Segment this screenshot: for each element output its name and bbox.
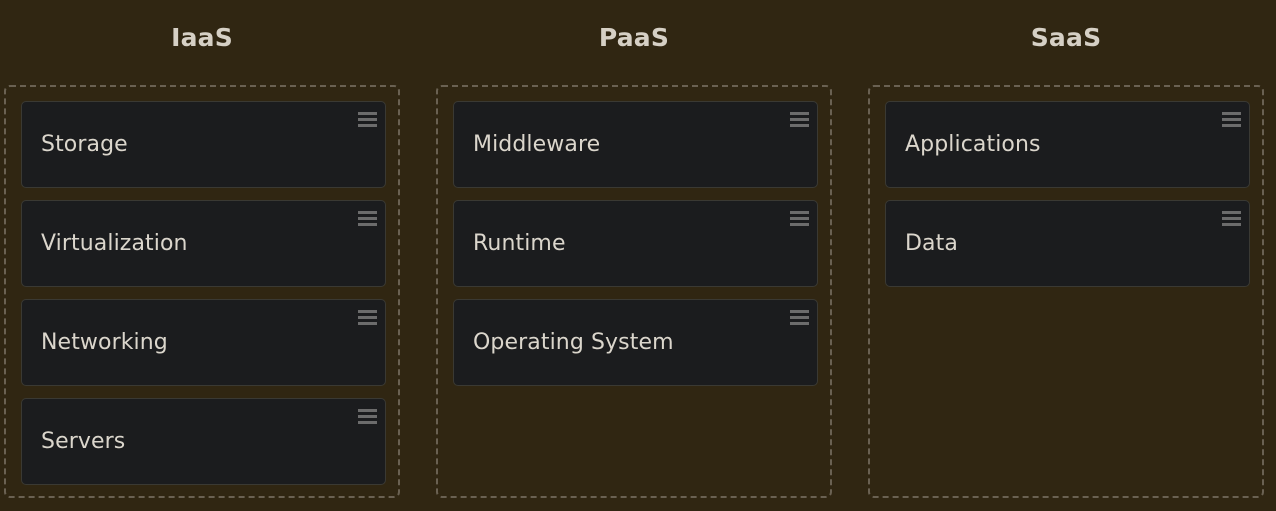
drag-handle-icon[interactable] <box>358 310 377 326</box>
card-middleware[interactable]: Middleware <box>453 101 818 188</box>
card-data[interactable]: Data <box>885 200 1250 287</box>
drag-handle-icon[interactable] <box>358 409 377 425</box>
card-servers[interactable]: Servers <box>21 398 386 485</box>
drag-handle-icon[interactable] <box>1222 112 1241 128</box>
card-storage[interactable]: Storage <box>21 101 386 188</box>
column-title: SaaS <box>1030 23 1102 52</box>
card-label: Applications <box>905 132 1041 157</box>
column-dropzone[interactable]: Middleware Runtime Operating System <box>436 85 832 498</box>
drag-handle-icon[interactable] <box>790 211 809 227</box>
column-dropzone[interactable]: Storage Virtualization Networking Server… <box>4 85 400 498</box>
card-label: Servers <box>41 429 126 454</box>
card-applications[interactable]: Applications <box>885 101 1250 188</box>
column-title: IaaS <box>171 23 233 52</box>
drag-handle-icon[interactable] <box>1222 211 1241 227</box>
drag-handle-icon[interactable] <box>790 310 809 326</box>
card-label: Middleware <box>473 132 601 157</box>
card-label: Operating System <box>473 330 674 355</box>
card-runtime[interactable]: Runtime <box>453 200 818 287</box>
card-label: Virtualization <box>41 231 188 256</box>
column-title: PaaS <box>598 23 670 52</box>
card-networking[interactable]: Networking <box>21 299 386 386</box>
card-virtualization[interactable]: Virtualization <box>21 200 386 287</box>
kanban-board: IaaS Storage Virtualization Networking S… <box>0 0 1276 511</box>
drag-handle-icon[interactable] <box>358 211 377 227</box>
column-dropzone[interactable]: Applications Data <box>868 85 1264 498</box>
card-operating-system[interactable]: Operating System <box>453 299 818 386</box>
card-label: Runtime <box>473 231 566 256</box>
drag-handle-icon[interactable] <box>358 112 377 128</box>
drag-handle-icon[interactable] <box>790 112 809 128</box>
card-label: Networking <box>41 330 168 355</box>
card-label: Storage <box>41 132 128 157</box>
card-label: Data <box>905 231 958 256</box>
